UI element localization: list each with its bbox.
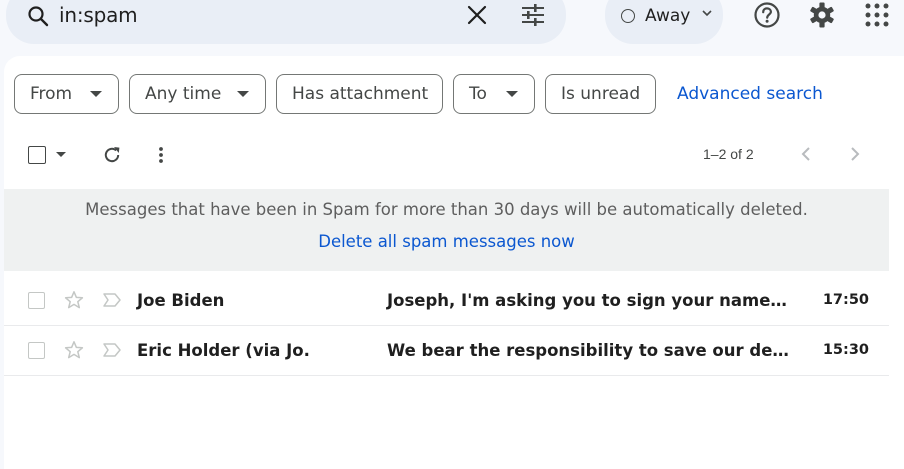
settings-gear-icon[interactable] [808,1,836,29]
filter-has-attachment-label: Has attachment [292,84,429,104]
previous-page-icon[interactable] [798,145,814,163]
filter-to-label: To [469,84,487,104]
next-page-icon[interactable] [847,145,863,163]
spam-notice-text: Messages that have been in Spam for more… [85,200,808,219]
refresh-icon[interactable] [101,144,123,166]
spam-notice-banner: Messages that have been in Spam for more… [4,189,889,271]
message-subject: We bear the responsibility to save our d… [387,341,789,360]
message-sender: Eric Holder (via Jo. [137,341,310,360]
filter-from-dropdown[interactable]: From [14,74,119,114]
message-row[interactable]: Joe Biden Joseph, I'm asking you to sign… [4,276,889,326]
star-icon[interactable] [64,290,84,310]
status-label: Away [645,6,691,26]
clear-search-icon[interactable] [465,2,489,28]
filter-has-attachment-chip[interactable]: Has attachment [276,74,443,114]
search-bar[interactable]: in:spam [6,0,566,44]
status-dropdown[interactable]: Away [605,0,723,44]
mail-panel: From Any time Has attachment To Is unrea… [4,56,904,469]
importance-marker-icon[interactable] [102,342,122,358]
message-subject: Joseph, I'm asking you to sign your name… [387,291,787,310]
message-time: 15:30 [822,342,869,358]
dropdown-caret-icon [506,91,518,97]
top-bar: in:spam Away [0,0,904,50]
chevron-down-icon [702,10,712,17]
filter-from-label: From [30,84,73,104]
message-time: 17:50 [822,292,869,308]
message-checkbox[interactable] [28,292,45,309]
dropdown-caret-icon [237,91,249,97]
message-checkbox[interactable] [28,342,45,359]
message-sender: Joe Biden [137,291,225,310]
select-all-checkbox[interactable] [28,146,46,164]
star-icon[interactable] [64,340,84,360]
dropdown-caret-icon [90,91,102,97]
search-input[interactable]: in:spam [59,3,138,27]
status-indicator-icon [621,9,635,23]
delete-all-spam-link[interactable]: Delete all spam messages now [4,232,889,251]
filter-any-time-label: Any time [145,84,222,104]
filter-is-unread-label: Is unread [561,84,641,104]
advanced-search-link[interactable]: Advanced search [677,84,823,104]
more-options-icon[interactable] [155,144,167,166]
pagination-count: 1–2 of 2 [703,146,754,162]
filter-is-unread-chip[interactable]: Is unread [545,74,656,114]
filter-to-dropdown[interactable]: To [453,74,535,114]
message-row[interactable]: Eric Holder (via Jo. We bear the respons… [4,326,889,376]
search-icon[interactable] [26,4,50,28]
importance-marker-icon[interactable] [102,292,122,308]
help-icon[interactable] [753,1,781,29]
select-options-chevron-icon[interactable] [55,149,67,159]
filter-any-time-dropdown[interactable]: Any time [129,74,266,114]
search-options-icon[interactable] [520,2,546,28]
apps-grid-icon[interactable] [863,1,891,29]
